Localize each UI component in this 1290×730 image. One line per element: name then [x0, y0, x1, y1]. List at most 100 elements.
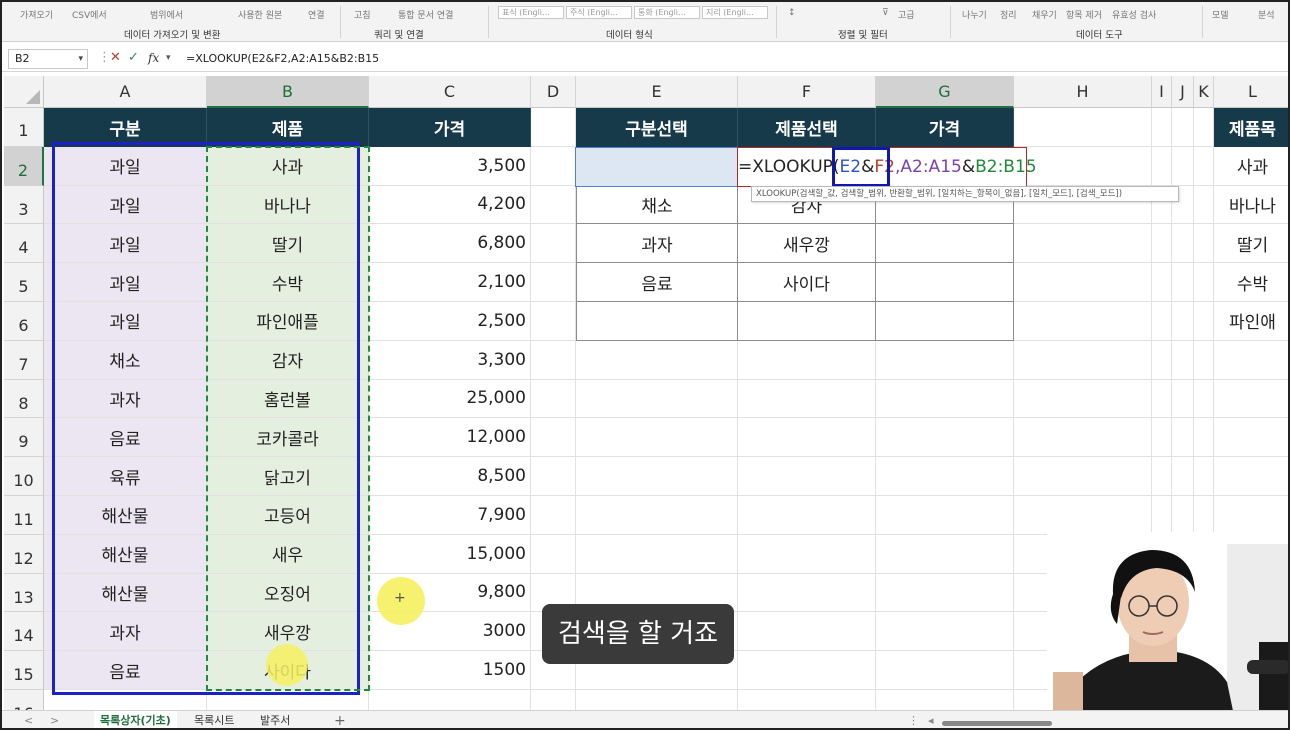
grid-cell[interactable] [738, 224, 876, 264]
grid-cell[interactable] [1152, 302, 1172, 341]
row-header-1[interactable]: 1 [4, 108, 44, 147]
lookup-cell[interactable]: 사이다 [738, 263, 876, 302]
grid-cell[interactable] [1014, 224, 1152, 264]
grid-cell[interactable] [1152, 224, 1172, 264]
column-header-e[interactable]: E [576, 76, 738, 108]
column-header-b[interactable]: B [207, 76, 369, 108]
grid-cell[interactable] [876, 263, 1014, 302]
grid-cell[interactable] [738, 302, 876, 341]
grid-cell[interactable] [1194, 418, 1214, 458]
grid-cell[interactable] [531, 496, 576, 535]
grid-cell[interactable] [1194, 457, 1214, 496]
data-type-shares[interactable]: 주식 (Engli... [566, 6, 632, 19]
grid-cell[interactable] [738, 379, 876, 419]
grid-cell[interactable] [1214, 496, 1288, 535]
grid-cell[interactable] [1152, 108, 1172, 147]
grid-cell[interactable] [1152, 457, 1172, 496]
lookup-cell[interactable]: 음료 [576, 263, 738, 302]
grid-cell[interactable] [1152, 496, 1172, 535]
data-type-currency[interactable]: 통화 (Engli... [634, 6, 700, 19]
grid-cell[interactable] [1172, 418, 1194, 458]
data-type-geography[interactable]: 지리 (Engli... [702, 6, 768, 19]
sort-icon[interactable]: ↕ [788, 8, 796, 18]
grid-cell[interactable] [369, 224, 531, 264]
row-header-13[interactable]: 13 [4, 573, 44, 613]
product-list-item[interactable]: 사과 [1214, 147, 1288, 186]
grid-cell[interactable] [876, 418, 1014, 458]
grid-cell[interactable] [369, 534, 531, 574]
lookup-header-cell[interactable]: 가격 [876, 108, 1014, 147]
ribbon-analysis[interactable]: 분석 [1258, 8, 1275, 21]
grid-cell[interactable] [1152, 340, 1172, 380]
grid-cell[interactable] [576, 108, 738, 147]
ribbon-workbook-links[interactable]: 통합 문서 연결 [398, 8, 453, 21]
ribbon-refresh[interactable]: 고침 [354, 8, 371, 21]
ribbon-advanced[interactable]: 고급 [898, 8, 915, 21]
column-header-f[interactable]: F [738, 76, 876, 108]
product-list-item[interactable]: 파인애 [1214, 302, 1288, 341]
grid-cell[interactable] [1014, 457, 1152, 496]
enter-icon[interactable]: ✓ [128, 51, 139, 65]
grid-cell[interactable] [1014, 496, 1152, 535]
grid-cell[interactable] [1194, 302, 1214, 341]
horizontal-scrollbar[interactable] [942, 721, 1052, 726]
grid-cell[interactable] [738, 496, 876, 535]
grid-cell[interactable] [531, 457, 576, 496]
lookup-cell[interactable]: 새우깡 [738, 224, 876, 264]
grid-cell[interactable] [876, 108, 1014, 147]
price-cell[interactable]: 6,800 [369, 224, 531, 264]
grid-cell[interactable] [369, 185, 531, 225]
row-header-4[interactable]: 4 [4, 224, 44, 264]
grid-cell[interactable] [1172, 108, 1194, 147]
grid-cell[interactable] [1152, 263, 1172, 302]
table-header-cell[interactable]: 구분 [44, 108, 207, 147]
grid-cell[interactable] [1014, 263, 1152, 302]
ribbon-text-to-columns[interactable]: 나누기 [962, 8, 987, 21]
grid-cell[interactable] [738, 573, 876, 613]
lookup-cell[interactable] [576, 302, 738, 341]
grid-cell[interactable] [576, 496, 738, 535]
column-header-k[interactable]: K [1194, 76, 1214, 108]
tab-prev-button[interactable]: < [24, 714, 33, 727]
grid-cell[interactable] [738, 108, 876, 147]
column-header-j[interactable]: J [1172, 76, 1194, 108]
grid-cell[interactable] [1214, 302, 1288, 341]
grid-cell[interactable] [207, 108, 369, 147]
ribbon-get-data[interactable]: 가져오기 [20, 8, 53, 21]
filter-icon[interactable]: ⊽ [882, 8, 889, 18]
lookup-cell[interactable] [876, 224, 1014, 264]
ribbon-flash-fill[interactable]: 채우기 [1032, 8, 1057, 21]
grid-cell[interactable] [369, 302, 531, 341]
insert-function-icon[interactable]: fx [148, 51, 159, 65]
lookup-cell[interactable] [738, 302, 876, 341]
ribbon-connections[interactable]: 연결 [308, 8, 325, 21]
grid-cell[interactable] [1172, 263, 1194, 302]
grid-cell[interactable] [1214, 418, 1288, 458]
column-header-a[interactable]: A [44, 76, 207, 108]
grid-cell[interactable] [576, 379, 738, 419]
grid-cell[interactable] [876, 573, 1014, 613]
grid-cell[interactable] [576, 457, 738, 496]
row-header-5[interactable]: 5 [4, 263, 44, 302]
grid-cell[interactable] [738, 457, 876, 496]
row-header-9[interactable]: 9 [4, 418, 44, 458]
row-header-14[interactable]: 14 [4, 612, 44, 652]
grid-cell[interactable] [1152, 418, 1172, 458]
price-cell[interactable]: 1500 [369, 651, 531, 690]
grid-cell[interactable] [1014, 302, 1152, 341]
product-list-item[interactable]: 바나나 [1214, 186, 1288, 225]
grid-cell[interactable] [369, 146, 531, 186]
sheet-tab-purchase-order[interactable]: 발주서 [254, 711, 296, 728]
grid-cell[interactable] [1214, 147, 1288, 186]
price-cell[interactable]: 2,100 [369, 263, 531, 302]
grid-cell[interactable] [369, 340, 531, 380]
select-all-corner[interactable] [4, 76, 44, 108]
column-header-d[interactable]: D [531, 76, 576, 108]
price-cell[interactable]: 8,500 [369, 457, 531, 496]
row-header-15[interactable]: 15 [4, 651, 44, 690]
grid-cell[interactable] [369, 108, 531, 147]
grid-cell[interactable] [1172, 146, 1194, 186]
row-header-8[interactable]: 8 [4, 379, 44, 419]
grid-cell[interactable] [876, 302, 1014, 341]
ribbon-remove-duplicates[interactable]: 항목 제거 [1066, 8, 1102, 21]
